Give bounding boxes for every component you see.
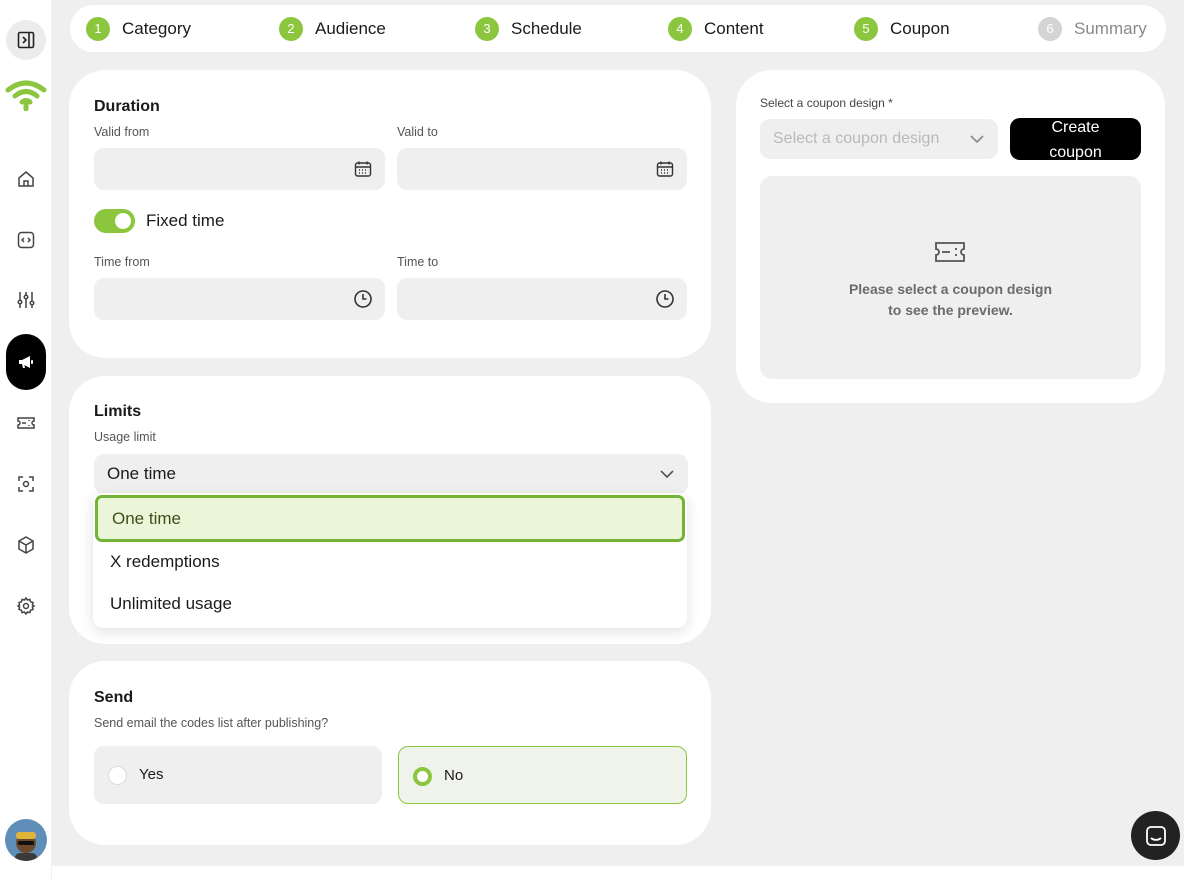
dropdown-option-one-time[interactable]: One time: [95, 495, 685, 542]
nav-code[interactable]: [6, 220, 46, 260]
scan-icon: [18, 476, 34, 492]
step-number: 2: [279, 16, 303, 41]
fixed-time-toggle[interactable]: [94, 209, 135, 233]
step-summary[interactable]: 6 Summary: [1038, 5, 1147, 52]
dropdown-option-unlimited[interactable]: Unlimited usage: [93, 582, 687, 625]
duration-card: Duration Valid from Valid to Fixed time …: [69, 70, 711, 358]
create-coupon-button[interactable]: Create coupon: [1010, 118, 1141, 161]
radio-yes[interactable]: [108, 766, 127, 785]
create-coupon-label: Create coupon: [1049, 119, 1102, 161]
step-audience[interactable]: 2 Audience: [279, 5, 386, 52]
usage-limit-dropdown: One time X redemptions Unlimited usage: [93, 493, 687, 628]
clock-icon[interactable]: [353, 289, 373, 309]
coupon-card: Select a coupon design * Select a coupon…: [736, 70, 1165, 403]
fixed-time-label: Fixed time: [146, 211, 225, 230]
ticket-icon: [17, 417, 35, 429]
valid-to-label: Valid to: [397, 125, 438, 139]
step-label: Category: [122, 18, 191, 38]
sidebar-toggle-button[interactable]: [6, 20, 46, 60]
nav-settings-sliders[interactable]: [6, 280, 46, 320]
stepper: 1 Category 2 Audience 3 Schedule 4 Conte…: [70, 5, 1166, 52]
step-label: Schedule: [511, 18, 582, 38]
send-title: Send: [94, 689, 134, 706]
limits-title: Limits: [94, 403, 142, 420]
calendar-icon[interactable]: [655, 159, 675, 179]
box-icon: [18, 536, 34, 554]
sidebar: [0, 0, 52, 880]
send-card: Send Send email the codes list after pub…: [69, 661, 711, 845]
valid-to-field[interactable]: [397, 148, 687, 190]
send-no-option[interactable]: No: [398, 746, 687, 804]
nav-settings[interactable]: [6, 586, 46, 626]
usage-limit-select[interactable]: One time: [94, 454, 688, 494]
radio-no[interactable]: [413, 767, 432, 786]
megaphone-icon: [19, 356, 33, 368]
preview-message: Please select a coupon design to see the…: [760, 279, 1141, 321]
avatar[interactable]: [5, 819, 47, 861]
ticket-icon: [935, 242, 965, 262]
valid-from-field[interactable]: [94, 148, 385, 190]
step-label: Coupon: [890, 18, 950, 38]
time-from-field[interactable]: [94, 278, 385, 320]
step-label: Summary: [1074, 18, 1147, 38]
step-number: 6: [1038, 16, 1062, 41]
step-number: 1: [86, 16, 110, 41]
coupon-preview: Please select a coupon design to see the…: [760, 176, 1141, 379]
valid-from-label: Valid from: [94, 125, 150, 139]
usage-limit-label: Usage limit: [94, 430, 156, 444]
time-to-label: Time to: [397, 255, 439, 269]
preview-line-1: Please select a coupon design: [848, 281, 1053, 297]
time-to-field[interactable]: [397, 278, 687, 320]
duration-title: Duration: [94, 98, 160, 115]
step-label: Content: [704, 18, 764, 38]
step-schedule[interactable]: 3 Schedule: [475, 5, 582, 52]
step-label: Audience: [315, 18, 386, 38]
nav-coupons[interactable]: [6, 403, 46, 443]
step-number: 5: [854, 16, 878, 41]
coupon-design-placeholder: Select a coupon design: [773, 130, 940, 147]
chevron-down-icon: [970, 135, 984, 144]
chat-icon: [1145, 825, 1166, 846]
nav-scan[interactable]: [6, 464, 46, 504]
send-question: Send email the codes list after publishi…: [94, 716, 329, 730]
gear-icon: [16, 596, 36, 616]
time-from-label: Time from: [94, 255, 150, 269]
step-number: 4: [668, 16, 692, 41]
step-content[interactable]: 4 Content: [668, 5, 764, 52]
calendar-icon[interactable]: [353, 159, 373, 179]
wifi-logo-icon: [5, 80, 47, 111]
sidebar-toggle-icon: [17, 31, 35, 49]
preview-line-2: to see the preview.: [888, 302, 1013, 318]
no-label: No: [444, 767, 464, 784]
chevron-down-icon: [660, 470, 674, 479]
home-icon: [18, 171, 34, 187]
nav-products[interactable]: [6, 525, 46, 565]
clock-icon[interactable]: [655, 289, 675, 309]
sliders-icon: [17, 292, 35, 308]
step-coupon[interactable]: 5 Coupon: [854, 5, 950, 52]
usage-limit-value: One time: [107, 464, 176, 483]
dropdown-option-x-redemptions[interactable]: X redemptions: [93, 540, 687, 583]
nav-campaigns[interactable]: [6, 334, 46, 390]
coupon-design-label: Select a coupon design *: [760, 96, 893, 110]
step-number: 3: [475, 16, 499, 41]
chat-button[interactable]: [1131, 811, 1180, 860]
step-category[interactable]: 1 Category: [86, 5, 191, 52]
nav-home[interactable]: [6, 159, 46, 199]
send-yes-option[interactable]: Yes: [94, 746, 382, 804]
code-icon: [17, 231, 35, 249]
yes-label: Yes: [139, 766, 164, 783]
coupon-design-select[interactable]: Select a coupon design: [760, 119, 998, 159]
